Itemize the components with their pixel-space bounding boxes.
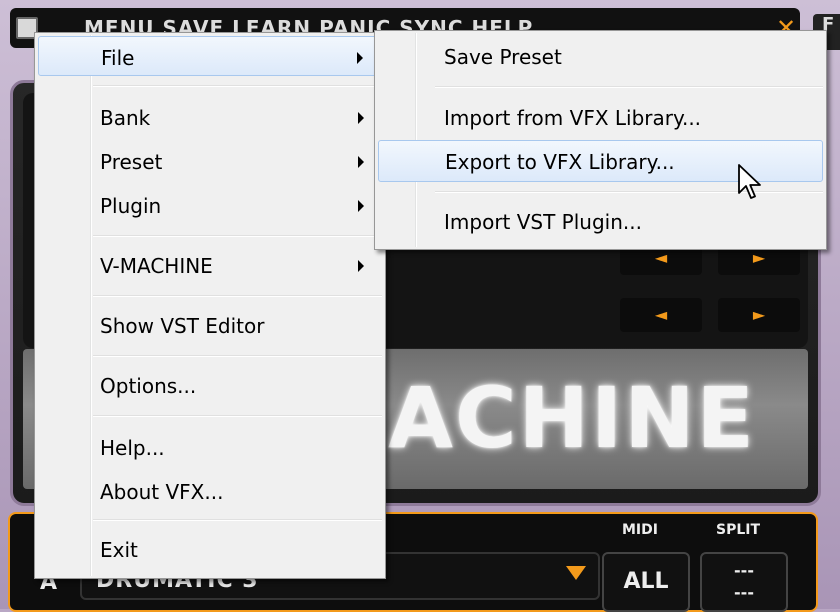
menu-separator [93,415,382,417]
chevron-right-icon [358,156,364,168]
menu-item-bank[interactable]: Bank [38,97,382,137]
split-selector[interactable]: --- --- [700,552,788,612]
split-value-bottom: --- [734,583,754,602]
menu-separator [93,85,382,87]
chevron-right-icon [358,260,364,272]
menu-item-label: Preset [100,150,163,174]
menu-item-label: Help... [100,436,165,460]
menu-separator [93,295,382,297]
menu-item-plugin[interactable]: Plugin [38,185,382,225]
brand-logo-text: ACHINE [388,369,756,467]
chevron-right-icon [357,52,363,64]
split-label: SPLIT [716,522,761,538]
mouse-pointer-icon [738,164,761,199]
dropdown-arrow-icon[interactable] [566,566,586,580]
menu-separator [435,86,823,88]
midi-label: MIDI [622,522,658,538]
menu-item-label: Export to VFX Library... [445,150,675,174]
menu-item-about[interactable]: About VFX... [38,471,382,511]
menu-separator [93,235,382,237]
split-value-top: --- [734,561,754,580]
next-arrow-button-2[interactable]: ► [718,298,800,332]
menu-separator [93,355,382,357]
menu-item-v-machine[interactable]: V-MACHINE [38,245,382,285]
menu-item-label: About VFX... [100,480,224,504]
context-menu: File Bank Preset Plugin V-MACHINE Show V… [34,32,386,579]
menu-item-label: V-MACHINE [100,254,213,278]
menu-item-show-vst-editor[interactable]: Show VST Editor [38,305,382,345]
menu-separator [435,191,823,193]
prev-arrow-button-2[interactable]: ◄ [620,298,702,332]
menu-item-label: Exit [100,538,138,562]
menu-item-label: Plugin [100,194,162,218]
menu-item-label: Show VST Editor [100,314,265,338]
menu-item-label: Import from VFX Library... [444,106,702,130]
menu-item-file[interactable]: File [38,36,382,76]
submenu-item-import-vst-plugin[interactable]: Import VST Plugin... [378,201,823,241]
menu-item-options[interactable]: Options... [38,365,382,405]
menu-item-label: Bank [100,106,151,130]
chevron-right-icon [358,200,364,212]
menu-item-label: File [101,46,135,70]
chevron-right-icon [358,112,364,124]
menu-item-preset[interactable]: Preset [38,141,382,181]
menu-item-label: Options... [100,374,197,398]
menu-item-help[interactable]: Help... [38,427,382,467]
file-submenu: Save Preset Import from VFX Library... E… [374,30,827,250]
menu-item-label: Save Preset [444,45,562,69]
midi-channel-selector[interactable]: ALL [602,552,690,612]
menu-item-label: Import VST Plugin... [444,210,642,234]
submenu-item-import-vfx-library[interactable]: Import from VFX Library... [378,97,823,137]
submenu-item-save-preset[interactable]: Save Preset [378,36,823,76]
menu-separator [93,519,382,521]
menu-item-exit[interactable]: Exit [38,529,382,569]
